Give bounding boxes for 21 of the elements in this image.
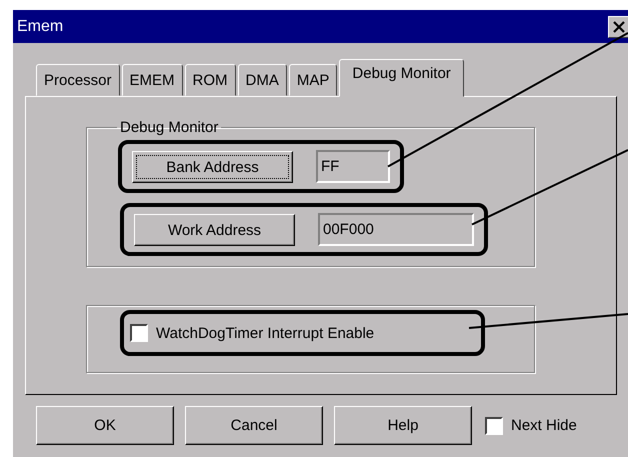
tab[interactable]: ROM	[184, 64, 236, 96]
tab[interactable]: DMA	[238, 64, 287, 96]
input-field[interactable]: FF	[316, 150, 390, 183]
address-button[interactable]: Bank Address	[132, 150, 293, 182]
tab[interactable]: Processor	[36, 64, 120, 96]
checkbox-label: Next Hide	[511, 417, 577, 434]
input-field[interactable]: 00F000	[318, 213, 474, 246]
close-icon	[612, 20, 626, 34]
dialog-button[interactable]: Help	[334, 406, 472, 445]
tab[interactable]: EMEM	[122, 64, 183, 96]
address-button[interactable]: Work Address	[134, 214, 295, 246]
dialog-button[interactable]: Cancel	[185, 406, 323, 445]
tab[interactable]: Debug Monitor	[339, 59, 464, 97]
dialog-button[interactable]: OK	[36, 406, 174, 445]
checkbox[interactable]	[485, 416, 503, 434]
checkbox[interactable]	[130, 324, 148, 342]
window-title: Emem	[17, 18, 64, 36]
close-button[interactable]	[608, 16, 628, 38]
checkbox-label: WatchDogTimer Interrupt Enable	[156, 324, 374, 342]
group-title: Debug Monitor	[119, 119, 220, 136]
tab[interactable]: MAP	[288, 64, 338, 96]
